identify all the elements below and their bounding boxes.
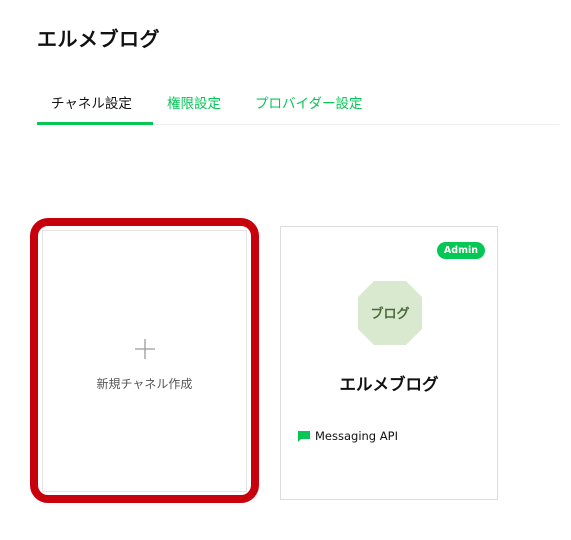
- new-channel-card[interactable]: 新規チャネル作成: [42, 230, 247, 492]
- channel-card[interactable]: Admin ブログ エルメブログ Messaging API: [280, 226, 498, 500]
- product-label: Messaging API: [315, 429, 398, 443]
- settings-tabs: チャネル設定 権限設定 プロバイダー設定: [37, 94, 559, 125]
- tab-channel-settings[interactable]: チャネル設定: [37, 94, 153, 125]
- chat-bubble-icon: [298, 430, 310, 442]
- plus-icon: [135, 339, 155, 359]
- product-row: Messaging API: [298, 428, 398, 444]
- channel-icon-text: ブログ: [370, 307, 410, 322]
- admin-badge: Admin: [436, 242, 485, 259]
- tab-permission-settings[interactable]: 権限設定: [167, 94, 221, 124]
- channel-name: エルメブログ: [339, 375, 439, 394]
- new-channel-label: 新規チャネル作成: [96, 377, 193, 391]
- channel-icon: ブログ: [358, 281, 422, 345]
- tab-provider-settings[interactable]: プロバイダー設定: [255, 94, 362, 124]
- page-title: エルメブログ: [37, 27, 160, 51]
- channel-list-page: エルメブログ チャネル設定 権限設定 プロバイダー設定 新規チャネル作成 Adm…: [0, 0, 571, 540]
